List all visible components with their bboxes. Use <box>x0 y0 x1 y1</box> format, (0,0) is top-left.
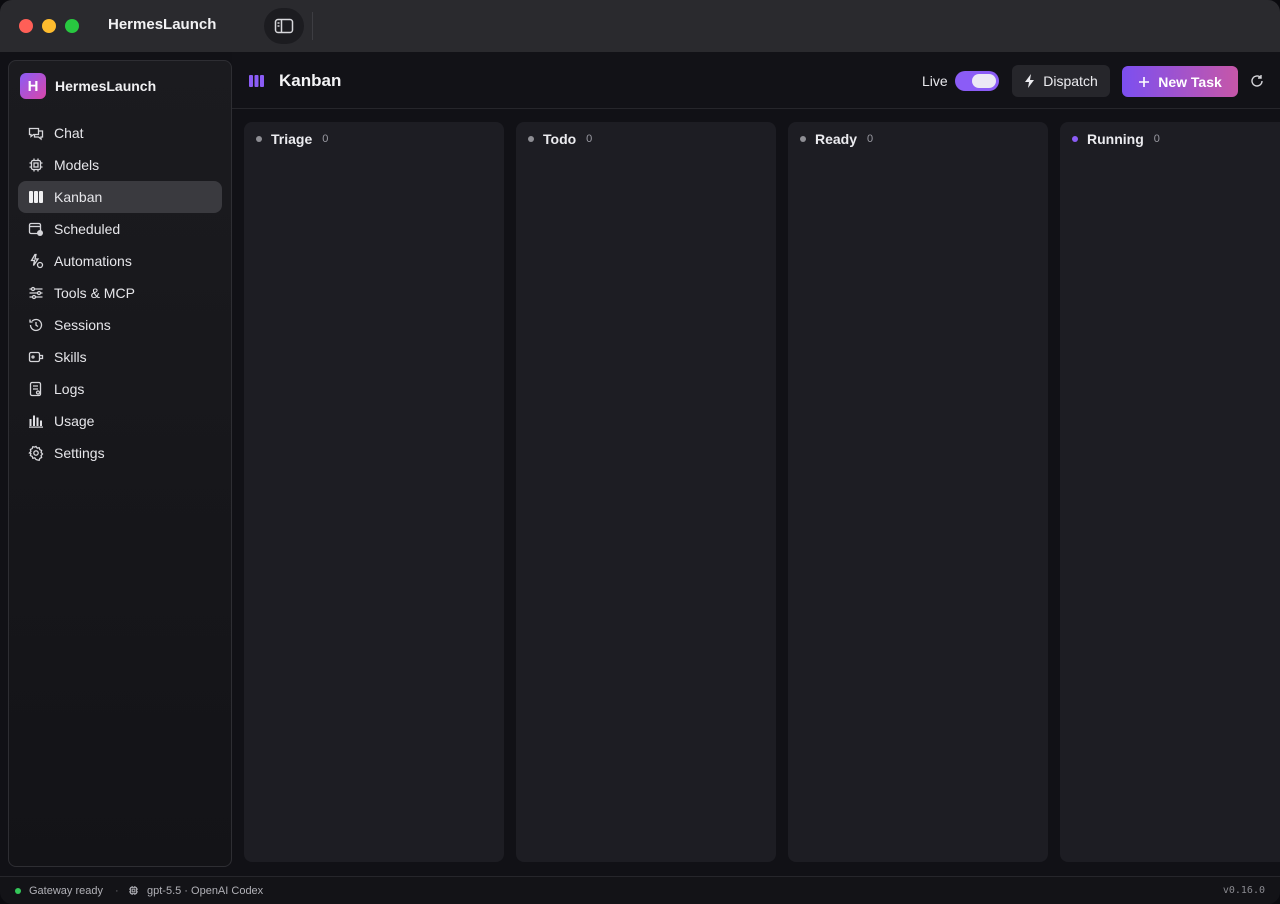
kanban-icon <box>29 191 43 203</box>
column-name: Ready <box>815 131 858 147</box>
log-icon <box>29 381 42 397</box>
sidebar-item-usage[interactable]: Usage <box>18 405 222 437</box>
column-count: 0 <box>322 133 329 145</box>
brand-name: HermesLaunch <box>55 78 157 94</box>
app-title: HermesLaunch <box>108 16 217 33</box>
automation-icon <box>30 253 44 269</box>
model-selector[interactable]: gpt-5.5 · OpenAI Codex <box>147 885 263 897</box>
sidebar-item-chat[interactable]: Chat <box>18 117 222 149</box>
column-name: Running <box>1087 131 1144 147</box>
sidebar-nav: Chat Models Kanban Scheduled Automations… <box>18 117 222 469</box>
sidebar-item-settings[interactable]: Settings <box>18 437 222 469</box>
column-header: Todo 0 <box>528 131 592 147</box>
sidebar-toggle-button[interactable] <box>264 8 304 44</box>
gateway-status: Gateway ready <box>29 885 103 897</box>
close-window-button[interactable] <box>19 19 33 33</box>
kanban-column-todo[interactable]: Todo 0 <box>516 122 776 862</box>
page-title: Kanban <box>279 71 342 90</box>
live-label: Live <box>922 73 948 89</box>
history-icon <box>29 318 43 332</box>
sidebar-item-logs[interactable]: Logs <box>18 373 222 405</box>
new-task-label: New Task <box>1158 73 1222 90</box>
sidebar-item-automations[interactable]: Automations <box>18 245 222 277</box>
sidebar-item-sessions[interactable]: Sessions <box>18 309 222 341</box>
live-toggle[interactable] <box>955 71 999 91</box>
sidebar-brand[interactable]: H HermesLaunch <box>20 73 156 99</box>
dispatch-button[interactable]: Dispatch <box>1012 65 1110 97</box>
column-status-dot <box>256 136 262 142</box>
column-status-dot <box>528 136 534 142</box>
skill-icon <box>28 351 44 363</box>
sidebar-item-label: Logs <box>54 381 85 397</box>
column-count: 0 <box>867 133 874 145</box>
brand-logo: H <box>20 73 46 99</box>
sidebar-item-label: Sessions <box>54 317 111 333</box>
sidebar-item-label: Skills <box>54 349 87 365</box>
column-name: Triage <box>271 131 313 147</box>
kanban-column-ready[interactable]: Ready 0 <box>788 122 1048 862</box>
column-header: Ready 0 <box>800 131 873 147</box>
sidebar-item-label: Usage <box>54 413 95 429</box>
sidebar-item-label: Automations <box>54 253 132 269</box>
chat-icon <box>28 127 44 141</box>
new-task-button[interactable]: New Task <box>1122 66 1238 97</box>
refresh-icon[interactable] <box>1250 74 1264 88</box>
sidebar-item-label: Models <box>54 157 100 173</box>
column-status-dot <box>800 136 806 142</box>
live-toggle-knob <box>972 74 996 88</box>
lightning-icon <box>1025 74 1035 88</box>
sidebar-panel-icon <box>274 18 294 34</box>
status-bar: Gateway ready · gpt-5.5 · OpenAI Codex v… <box>0 876 1280 904</box>
titlebar-divider <box>312 12 313 40</box>
column-header: Running 0 <box>1072 131 1160 147</box>
sidebar-item-label: Tools & MCP <box>54 285 135 301</box>
sidebar-item-kanban[interactable]: Kanban <box>18 181 222 213</box>
sidebar-item-label: Chat <box>54 125 84 141</box>
app-version: v0.16.0 <box>1222 885 1265 896</box>
minimize-window-button[interactable] <box>42 19 56 33</box>
sidebar-item-tools-mcp[interactable]: Tools & MCP <box>18 277 222 309</box>
status-separator: · <box>115 885 119 897</box>
column-count: 0 <box>1153 133 1160 145</box>
sidebar-item-scheduled[interactable]: Scheduled <box>18 213 222 245</box>
kanban-column-running[interactable]: Running 0 <box>1060 122 1280 862</box>
sidebar-item-skills[interactable]: Skills <box>18 341 222 373</box>
cpu-icon <box>129 886 138 895</box>
sidebar-item-models[interactable]: Models <box>18 149 222 181</box>
kanban-icon <box>249 75 264 87</box>
cpu-icon <box>29 158 43 172</box>
kanban-board: Triage 0 Todo 0 Ready 0 Running 0 <box>244 122 1280 863</box>
app-window: HermesLaunch H HermesLaunch Chat Models <box>0 0 1280 904</box>
sliders-icon <box>29 286 43 300</box>
calendar-clock-icon <box>28 222 43 236</box>
plus-icon <box>1139 76 1150 87</box>
sidebar-item-label: Settings <box>54 445 105 461</box>
dispatch-label: Dispatch <box>1043 73 1098 89</box>
main-header: Kanban Live Dispatch New Task <box>232 52 1280 109</box>
bar-chart-icon <box>29 415 43 428</box>
column-count: 0 <box>586 133 593 145</box>
column-status-dot <box>1072 136 1078 142</box>
column-name: Todo <box>543 131 577 147</box>
sidebar-item-label: Kanban <box>54 189 103 205</box>
zoom-window-button[interactable] <box>65 19 79 33</box>
column-header: Triage 0 <box>256 131 328 147</box>
gear-icon <box>28 445 44 461</box>
gateway-status-dot <box>15 888 21 894</box>
sidebar-item-label: Scheduled <box>54 221 121 237</box>
kanban-column-triage[interactable]: Triage 0 <box>244 122 504 862</box>
sidebar: H HermesLaunch Chat Models Kanban Schedu… <box>8 60 232 867</box>
title-bar: HermesLaunch <box>0 0 1280 52</box>
